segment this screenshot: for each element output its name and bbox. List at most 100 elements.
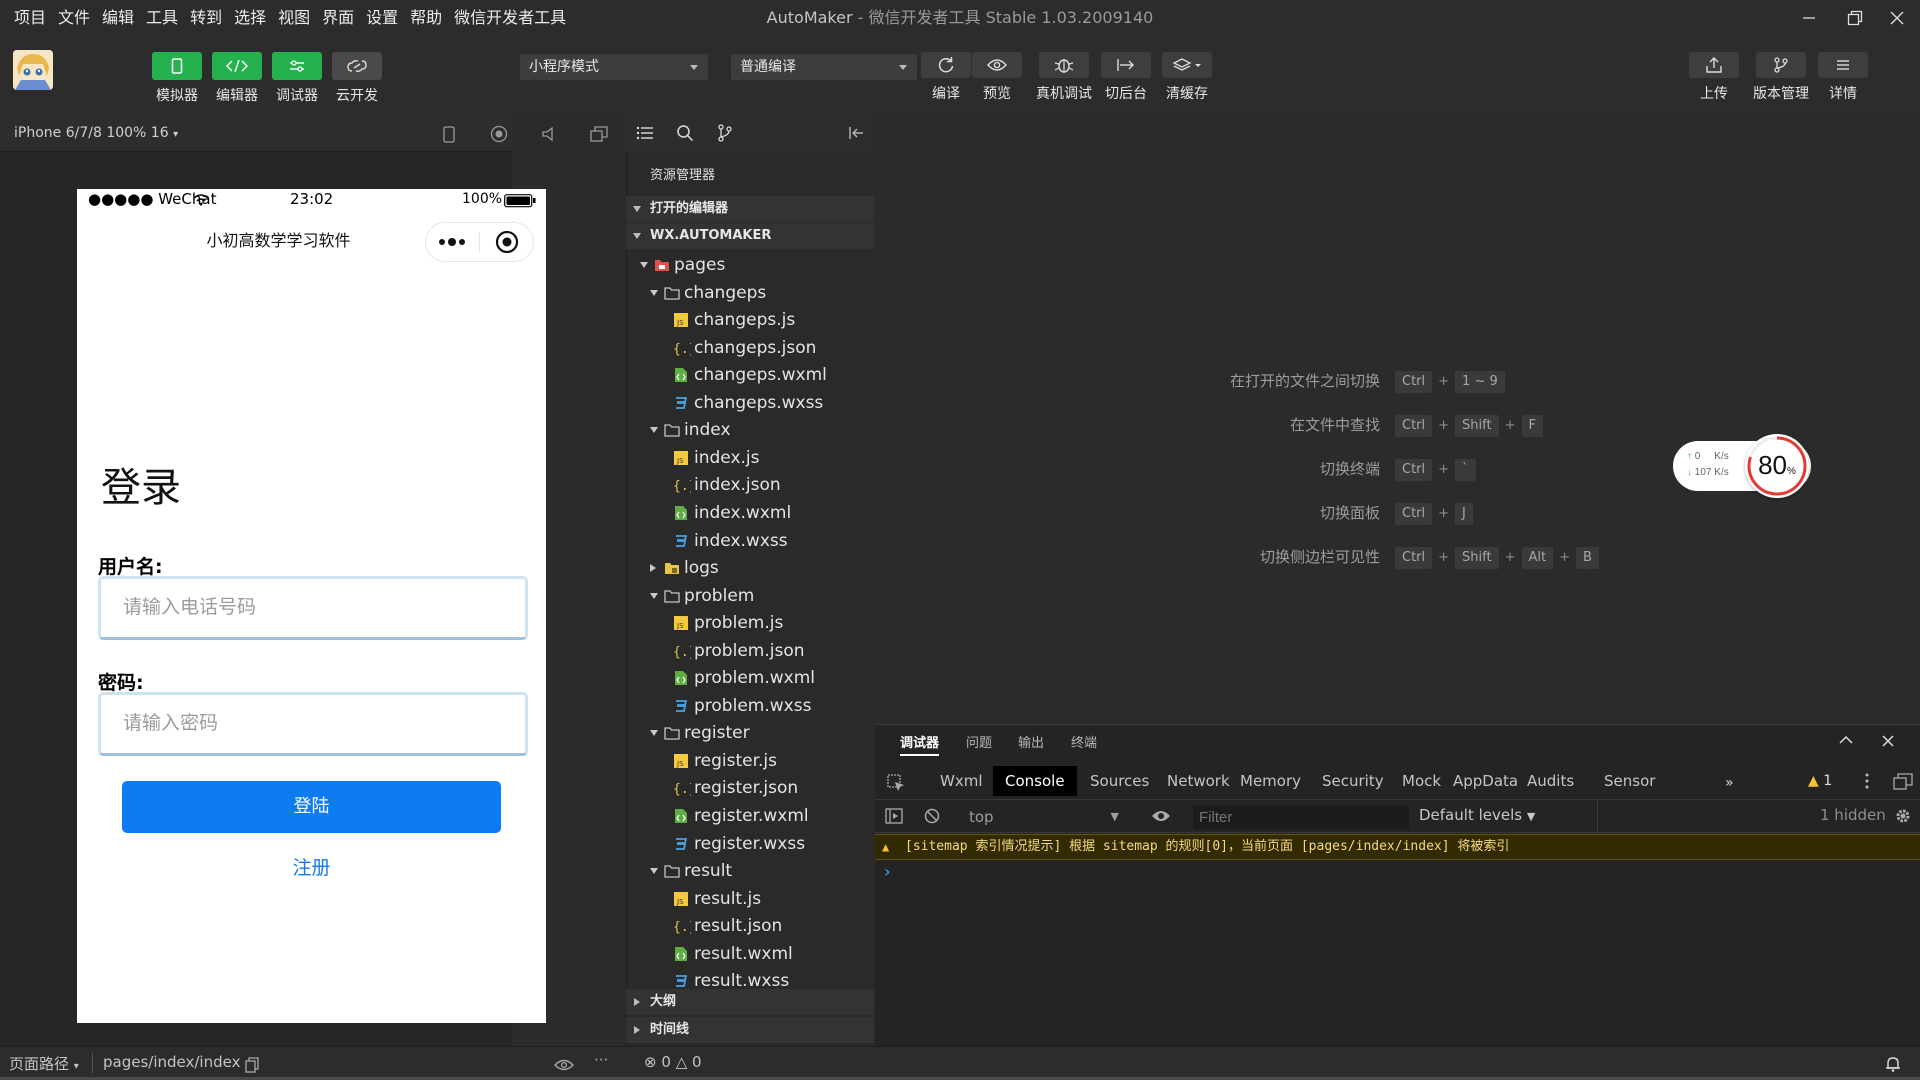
tree-file[interactable]: JS index.js — [626, 445, 874, 472]
page-path-selector[interactable]: 页面路径 ▾ — [9, 1053, 79, 1074]
tree-file[interactable]: changeps.wxml — [626, 362, 874, 389]
tree-file[interactable]: {.}problem.json — [626, 638, 874, 665]
devtools-tab[interactable]: Wxml — [928, 766, 995, 796]
toggle-sidebar-button[interactable] — [885, 808, 903, 824]
details-button[interactable] — [1818, 52, 1868, 78]
editor-toggle-button[interactable] — [212, 52, 262, 80]
clear-console-button[interactable] — [924, 808, 940, 824]
devtools-tab[interactable]: Sensor — [1592, 766, 1667, 796]
remote-debug-action[interactable]: 真机调试 — [1036, 52, 1092, 103]
compile-select[interactable]: 普通编译 — [731, 54, 917, 80]
clear-cache-button[interactable] — [1162, 52, 1212, 78]
devtools-menu-button[interactable] — [1864, 772, 1870, 790]
close-window-button[interactable] — [1874, 0, 1920, 36]
filter-input[interactable] — [1193, 805, 1409, 829]
tree-file[interactable]: JS problem.js — [626, 610, 874, 637]
editor-toggle[interactable]: 编辑器 — [212, 52, 262, 105]
tree-file[interactable]: JS register.js — [626, 748, 874, 775]
maximize-panel-button[interactable] — [1838, 734, 1854, 746]
tree-file[interactable]: {.}index.json — [626, 472, 874, 499]
tree-file[interactable]: {.}register.json — [626, 775, 874, 802]
more-tabs-button[interactable]: » — [1725, 775, 1734, 791]
avatar[interactable] — [13, 50, 53, 90]
mode-select[interactable]: 小程序模式 — [520, 54, 708, 80]
file-list-button[interactable] — [634, 122, 656, 144]
username-input[interactable]: 请输入电话号码 — [98, 576, 528, 640]
devtools-tab[interactable]: Audits — [1515, 766, 1586, 796]
inspect-element-button[interactable] — [887, 774, 905, 792]
details-action[interactable]: 详情 — [1818, 52, 1868, 103]
background-action[interactable]: 切后台 — [1101, 52, 1151, 103]
detach-simulator-button[interactable] — [589, 124, 609, 144]
outline-section[interactable]: 大纲 — [626, 989, 874, 1015]
login-button[interactable]: 登陆 — [122, 781, 501, 833]
tree-folder[interactable]: index — [626, 417, 874, 444]
password-input[interactable]: 请输入密码 — [98, 692, 528, 756]
collapse-sidebar-button[interactable] — [845, 122, 867, 144]
menu-item[interactable]: 文件 — [52, 0, 96, 36]
console-warning-message[interactable]: ▲ [sitemap 索引情况提示] 根据 sitemap 的规则[0]，当前页… — [875, 834, 1920, 860]
context-select[interactable]: top ▼ — [963, 805, 1125, 829]
tree-file[interactable]: problem.wxss — [626, 693, 874, 720]
tree-file[interactable]: {.}result.json — [626, 913, 874, 940]
preview-button[interactable] — [972, 52, 1022, 78]
panel-tab[interactable]: 终端 — [1071, 726, 1097, 762]
log-levels-select[interactable]: Default levels ▼ — [1419, 806, 1535, 824]
live-expression-button[interactable] — [1151, 809, 1171, 823]
timeline-section[interactable]: 时间线 — [626, 1017, 874, 1043]
cloud-dev[interactable]: 云开发 — [332, 52, 382, 105]
tree-file[interactable]: result.wxml — [626, 941, 874, 968]
devtools-tab[interactable]: Console — [993, 766, 1077, 796]
panel-tab[interactable]: 输出 — [1018, 726, 1044, 762]
minimize-button[interactable] — [1786, 0, 1832, 36]
panel-tab[interactable]: 调试器 — [900, 726, 940, 762]
upload-button[interactable] — [1689, 52, 1739, 78]
tree-file[interactable]: {.}changeps.json — [626, 335, 874, 362]
more-options-button[interactable] — [426, 223, 479, 261]
tree-file[interactable]: problem.wxml — [626, 665, 874, 692]
tree-folder[interactable]: register — [626, 720, 874, 747]
compile-button[interactable] — [921, 52, 971, 78]
version-action[interactable]: 版本管理 — [1753, 52, 1809, 103]
console-settings-button[interactable] — [1894, 807, 1912, 825]
menu-item[interactable]: 帮助 — [404, 0, 448, 36]
device-orientation-button[interactable] — [439, 124, 459, 144]
register-link[interactable]: 注册 — [77, 853, 546, 880]
tree-folder[interactable]: logs — [626, 555, 874, 582]
tree-file[interactable]: register.wxss — [626, 831, 874, 858]
close-panel-button[interactable] — [1881, 734, 1895, 748]
search-button[interactable] — [674, 122, 696, 144]
simulator-toggle-button[interactable] — [152, 52, 202, 80]
background-button[interactable] — [1101, 52, 1151, 78]
menu-item[interactable]: 视图 — [272, 0, 316, 36]
tree-file[interactable]: index.wxss — [626, 528, 874, 555]
devtools-tab[interactable]: Security — [1310, 766, 1396, 796]
compile-action[interactable]: 编译 — [921, 52, 971, 103]
menu-item[interactable]: 微信开发者工具 — [448, 0, 572, 36]
tree-file[interactable]: JS changeps.js — [626, 307, 874, 334]
tree-folder[interactable]: result — [626, 858, 874, 885]
cloud-dev-button[interactable] — [332, 52, 382, 80]
more-options-button[interactable]: ··· — [594, 1051, 608, 1069]
menu-item[interactable]: 转到 — [184, 0, 228, 36]
source-control-button[interactable] — [714, 122, 736, 144]
preview-action[interactable]: 预览 — [972, 52, 1022, 103]
menu-item[interactable]: 设置 — [360, 0, 404, 36]
devtools-tab[interactable]: Sources — [1078, 766, 1161, 796]
tree-file[interactable]: index.wxml — [626, 500, 874, 527]
panel-tab[interactable]: 问题 — [966, 726, 992, 762]
eye-icon[interactable] — [554, 1059, 574, 1071]
clear-cache-action[interactable]: 清缓存 — [1162, 52, 1212, 103]
bell-icon[interactable] — [1885, 1056, 1901, 1072]
tree-folder[interactable]: problem — [626, 583, 874, 610]
menu-item[interactable]: 选择 — [228, 0, 272, 36]
menu-item[interactable]: 界面 — [316, 0, 360, 36]
menu-item[interactable]: 编辑 — [96, 0, 140, 36]
maximize-button[interactable] — [1832, 0, 1878, 36]
remote-debug-button[interactable] — [1039, 52, 1089, 78]
open-editors-section[interactable]: 打开的编辑器 — [626, 196, 874, 222]
tree-folder[interactable]: pages — [626, 252, 874, 279]
devtools-tab[interactable]: Memory — [1228, 766, 1313, 796]
simulator-toggle[interactable]: 模拟器 — [152, 52, 202, 105]
tree-file[interactable]: register.wxml — [626, 803, 874, 830]
